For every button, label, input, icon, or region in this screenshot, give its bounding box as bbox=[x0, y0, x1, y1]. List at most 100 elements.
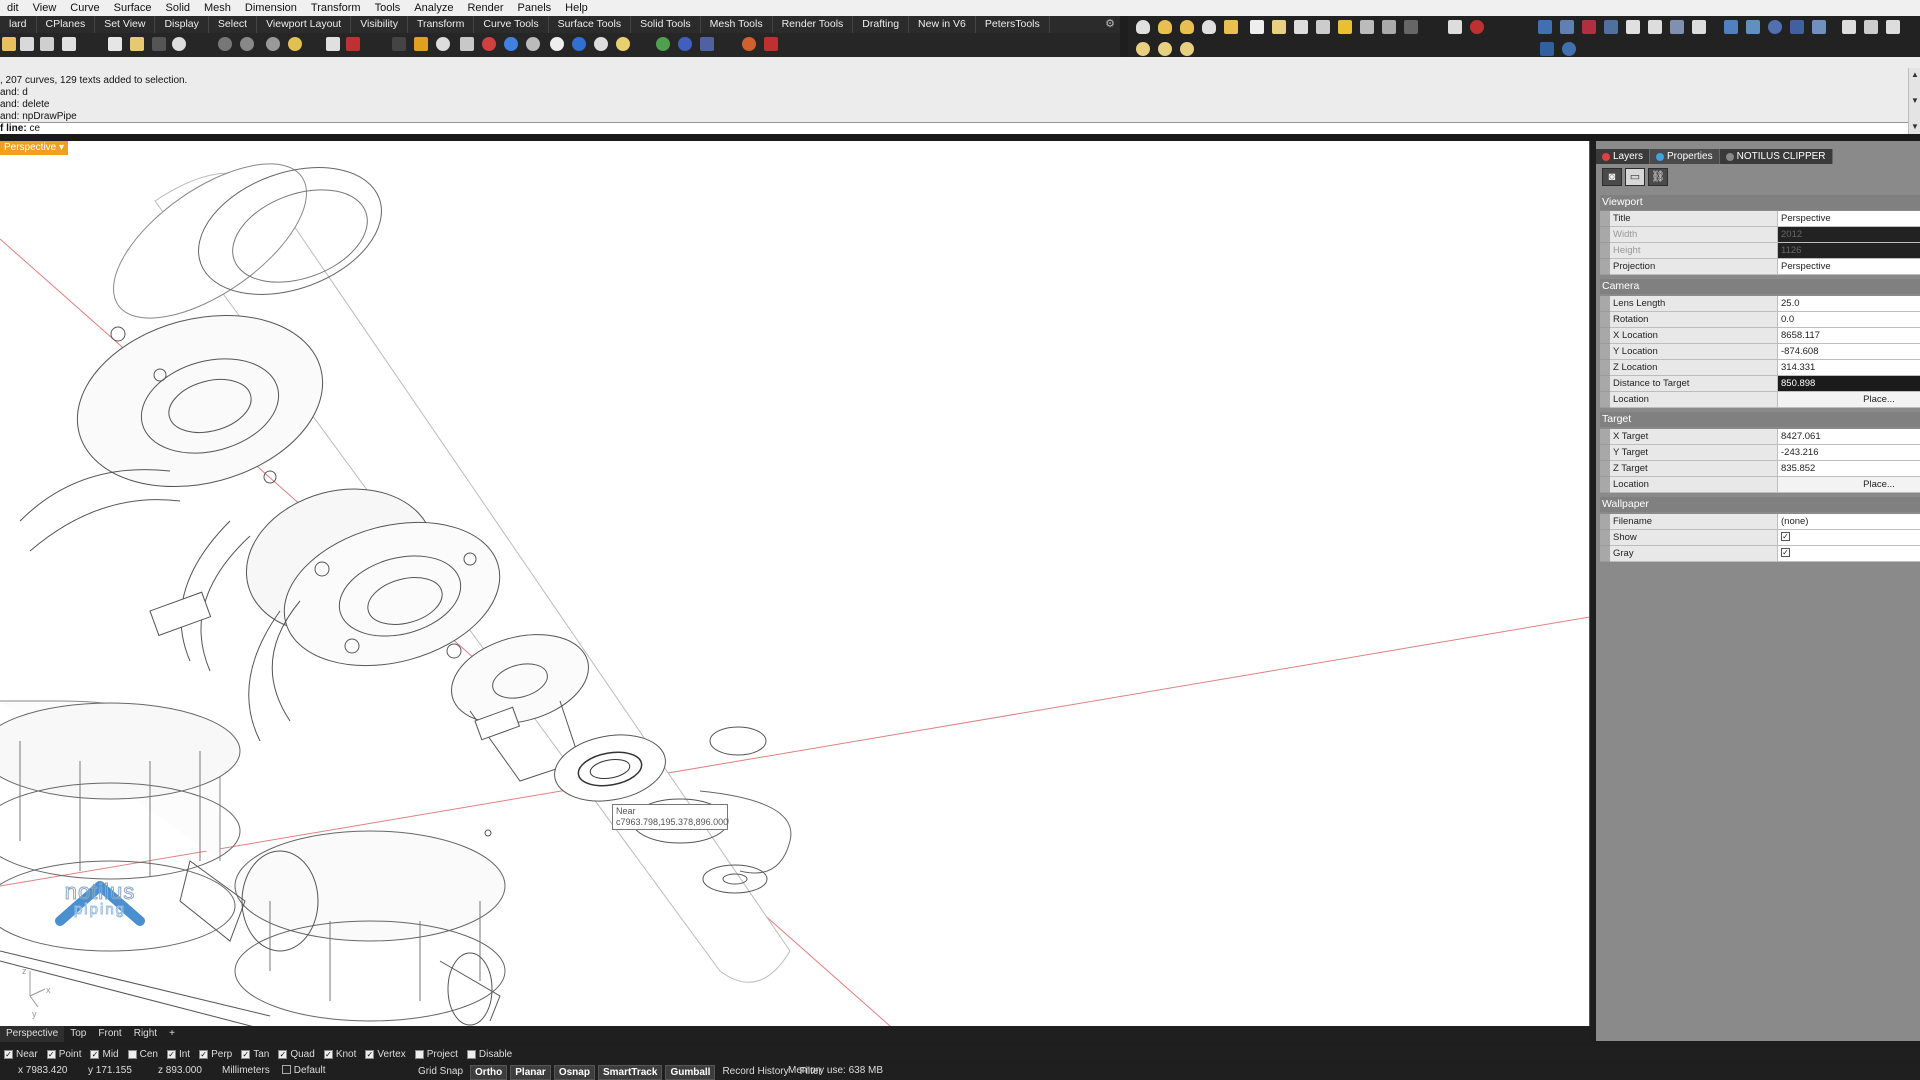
osnap-perp[interactable]: ✓ Perp bbox=[199, 1049, 232, 1060]
osnap-cen[interactable]: Cen bbox=[127, 1049, 158, 1060]
color-wheel-icon[interactable] bbox=[504, 37, 518, 51]
tab-curve-tools[interactable]: Curve Tools bbox=[474, 16, 549, 33]
record-icon[interactable] bbox=[1470, 20, 1484, 34]
car-icon[interactable] bbox=[346, 37, 360, 51]
osnap-knot[interactable]: ✓ Knot bbox=[323, 1049, 356, 1060]
toggle-grid-snap[interactable]: Grid Snap bbox=[414, 1065, 467, 1080]
valve-icon[interactable] bbox=[1746, 20, 1760, 34]
check-icon[interactable] bbox=[1648, 20, 1662, 34]
document-icon[interactable] bbox=[1250, 20, 1264, 34]
tab-render-tools[interactable]: Render Tools bbox=[773, 16, 854, 33]
reducer-icon[interactable] bbox=[1790, 20, 1804, 34]
pen-icon[interactable] bbox=[764, 37, 778, 51]
osnap-checkbox[interactable]: ✓ bbox=[4, 1049, 13, 1059]
section-wallpaper[interactable]: Wallpaper bbox=[1600, 497, 1920, 512]
menu-help[interactable]: Help bbox=[558, 0, 595, 16]
lamp-icon[interactable] bbox=[1180, 20, 1194, 34]
bulb-icon[interactable] bbox=[1158, 42, 1172, 56]
menu-analyze[interactable]: Analyze bbox=[407, 0, 460, 16]
light-icon[interactable] bbox=[436, 37, 450, 51]
lamp-pair-icon[interactable] bbox=[1224, 20, 1238, 34]
page-icon[interactable] bbox=[1448, 20, 1462, 34]
tab-transform[interactable]: Transform bbox=[408, 16, 475, 33]
osnap-near[interactable]: ✓ Near bbox=[4, 1049, 38, 1060]
tab-new-in-v6[interactable]: New in V6 bbox=[909, 16, 976, 33]
render-sphere-icon[interactable] bbox=[550, 37, 564, 51]
dots-grid-icon[interactable] bbox=[1404, 20, 1418, 34]
paste-icon[interactable] bbox=[130, 37, 144, 51]
menu-edit[interactable]: dit bbox=[0, 0, 26, 16]
menu-dimension[interactable]: Dimension bbox=[238, 0, 304, 16]
undo-icon[interactable] bbox=[152, 37, 166, 51]
notes-icon[interactable] bbox=[1272, 20, 1286, 34]
projection-select[interactable]: Perspective bbox=[1778, 259, 1920, 275]
square-icon[interactable] bbox=[1316, 20, 1330, 34]
menu-view[interactable]: View bbox=[26, 0, 64, 16]
menu-surface[interactable]: Surface bbox=[107, 0, 159, 16]
vp-tab-right[interactable]: Right bbox=[128, 1026, 163, 1042]
tab-mesh-tools[interactable]: Mesh Tools bbox=[701, 16, 773, 33]
pipe-grid-icon[interactable] bbox=[1560, 20, 1574, 34]
x-target-field[interactable]: 8427.061 bbox=[1778, 429, 1920, 445]
new-file-icon[interactable] bbox=[2, 37, 16, 51]
red-sphere-icon[interactable] bbox=[482, 37, 496, 51]
menu-mesh[interactable]: Mesh bbox=[197, 0, 238, 16]
tab-peterstools[interactable]: PetersTools bbox=[976, 16, 1050, 33]
section-viewport[interactable]: Viewport bbox=[1600, 195, 1920, 210]
osnap-point[interactable]: ✓ Point bbox=[46, 1049, 81, 1060]
elbow-icon[interactable] bbox=[1812, 20, 1826, 34]
pipe-flange-icon[interactable] bbox=[1582, 20, 1596, 34]
pan-hand-icon[interactable] bbox=[172, 37, 186, 51]
tab-drafting[interactable]: Drafting bbox=[853, 16, 910, 33]
osnap-checkbox[interactable]: ✓ bbox=[278, 1049, 288, 1059]
tab-layers[interactable]: Layers bbox=[1596, 149, 1651, 164]
grid-icon[interactable] bbox=[1540, 42, 1554, 56]
z-target-field[interactable]: 835.852 bbox=[1778, 461, 1920, 477]
menu-curve[interactable]: Curve bbox=[63, 0, 106, 16]
menu-transform[interactable]: Transform bbox=[304, 0, 368, 16]
viewport-page-icon[interactable]: ▭ bbox=[1625, 168, 1645, 186]
save-icon[interactable] bbox=[40, 37, 54, 51]
perspective-viewport[interactable]: z x y Perspective ▾ Near c7963.798,195.3… bbox=[0, 141, 1590, 1026]
lamp-icon[interactable] bbox=[1158, 20, 1172, 34]
draw-pipe-icon[interactable] bbox=[1626, 20, 1640, 34]
z-location-field[interactable]: 314.331 bbox=[1778, 360, 1920, 376]
osnap-vertex[interactable]: ✓ Vertex bbox=[365, 1049, 406, 1060]
tab-properties[interactable]: Properties bbox=[1650, 149, 1720, 164]
tab-select[interactable]: Select bbox=[209, 16, 258, 33]
show-checkbox[interactable]: ✓ bbox=[1781, 531, 1790, 541]
settings-icon[interactable] bbox=[1562, 42, 1576, 56]
gear-icon[interactable]: ⚙ bbox=[1104, 18, 1116, 30]
y-target-field[interactable]: -243.216 bbox=[1778, 445, 1920, 461]
sun-icon[interactable] bbox=[616, 37, 630, 51]
units[interactable]: Millimeters bbox=[222, 1065, 270, 1076]
flange-icon[interactable] bbox=[1768, 20, 1782, 34]
x-location-field[interactable]: 8658.117 bbox=[1778, 328, 1920, 344]
viewport-layout-icon[interactable] bbox=[326, 37, 340, 51]
osnap-mid[interactable]: ✓ Mid bbox=[90, 1049, 119, 1060]
osnap-tan[interactable]: ✓ Tan bbox=[241, 1049, 269, 1060]
pipe-tee-icon[interactable] bbox=[1604, 20, 1618, 34]
arrow-right-icon[interactable] bbox=[1692, 20, 1706, 34]
osnap-project[interactable]: Project bbox=[414, 1049, 458, 1060]
window-icon[interactable] bbox=[1842, 20, 1856, 34]
tab-solid-tools[interactable]: Solid Tools bbox=[631, 16, 701, 33]
environment-icon[interactable] bbox=[594, 37, 608, 51]
osnap-checkbox[interactable]: ✓ bbox=[199, 1049, 209, 1059]
tab-notilus-clipper[interactable]: NOTILUS CLIPPER bbox=[1719, 149, 1833, 164]
osnap-checkbox[interactable]: ✓ bbox=[241, 1049, 251, 1059]
tab-standard[interactable]: lard bbox=[0, 16, 37, 33]
toggle-gumball[interactable]: Gumball bbox=[665, 1065, 716, 1080]
tab-viewport-layout[interactable]: Viewport Layout bbox=[257, 16, 352, 33]
y-location-field[interactable]: -874.608 bbox=[1778, 344, 1920, 360]
shaded-sphere-icon[interactable] bbox=[526, 37, 540, 51]
camera-icon[interactable]: ◙ bbox=[1602, 168, 1622, 186]
stack-icon[interactable] bbox=[1670, 20, 1684, 34]
vp-tab-top[interactable]: Top bbox=[64, 1026, 92, 1042]
open-file-icon[interactable] bbox=[20, 37, 34, 51]
globe-icon[interactable] bbox=[656, 37, 670, 51]
menu-solid[interactable]: Solid bbox=[159, 0, 197, 16]
vp-tab-perspective[interactable]: Perspective bbox=[0, 1026, 65, 1042]
grid-points-icon[interactable] bbox=[414, 37, 428, 51]
point-icon[interactable] bbox=[392, 37, 406, 51]
